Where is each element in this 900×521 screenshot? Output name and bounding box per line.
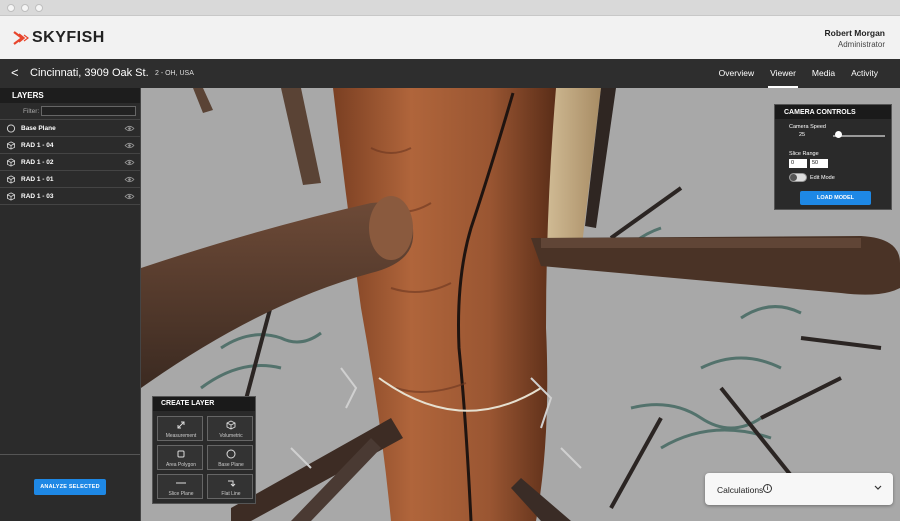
tab-media[interactable]: Media [804,59,843,88]
tool-measurement[interactable]: Measurement [157,416,203,441]
filter-input[interactable] [41,106,136,116]
corner-arrow-icon [228,480,236,487]
tool-label: Measurement [165,433,197,439]
skyfish-logo-icon [13,31,29,45]
load-model-button[interactable]: LOAD MODEL [800,191,871,205]
app-header: SKYFISH Robert Morgan Administrator [0,16,900,59]
layer-item[interactable]: RAD 1 - 03 [0,188,140,205]
user-name: Robert Morgan [824,28,885,38]
brand-logo[interactable]: SKYFISH [13,28,105,48]
tool-slice-plane[interactable]: Slice Plane [157,474,203,499]
compass-icon [6,124,16,133]
layer-item[interactable]: RAD 1 - 04 [0,137,140,154]
chevron-left-icon[interactable]: < [11,65,19,80]
user-menu[interactable]: Robert Morgan Administrator [825,28,885,49]
tool-label: Slice Plane [168,491,194,497]
line-icon [176,482,186,484]
user-role: Administrator [837,40,885,49]
layer-item[interactable]: RAD 1 - 02 [0,154,140,171]
tab-activity[interactable]: Activity [843,59,886,88]
app-window: SKYFISH Robert Morgan Administrator < Ci… [0,0,900,521]
calculations-panel[interactable]: Calculations i [705,473,893,505]
camera-speed-label: Camera Speed [789,124,826,130]
tool-label: Flat Line [221,491,241,497]
tool-label: Volumetric [219,433,243,439]
page-subtitle: 2 - OH, USA [155,70,194,77]
tool-volumetric[interactable]: Volumetric [207,416,253,441]
cube-icon [6,175,16,184]
diagonal-arrows-icon [177,421,185,429]
slice-range-label: Slice Range [789,151,819,157]
cube-icon [6,192,16,201]
toggle-knob [790,174,797,181]
square-icon [177,450,185,458]
layer-label: RAD 1 - 01 [21,176,54,183]
tool-label: Area Polygon [165,462,197,468]
compass-icon [226,449,236,459]
layer-label: Base Plane [21,125,56,132]
tab-viewer[interactable]: Viewer [762,59,804,88]
window-titlebar [0,0,900,16]
layers-sidebar: LAYERS Filter: Base Plane RAD 1 - 04 RAD… [0,88,141,521]
window-maximize-button[interactable] [35,4,43,12]
layer-label: RAD 1 - 02 [21,159,54,166]
slice-min-input[interactable]: 0 [789,159,807,168]
eye-icon[interactable] [124,176,135,183]
camera-controls-panel: CAMERA CONTROLS Camera Speed 25 Slice Ra… [774,104,892,210]
edit-mode-label: Edit Mode [810,175,835,181]
brand-name: SKYFISH [32,29,105,46]
create-layer-header: CREATE LAYER [153,397,255,411]
tool-flat-line[interactable]: Flat Line [207,474,253,499]
eye-icon[interactable] [124,125,135,132]
tool-base-plane[interactable]: Base Plane [207,445,253,470]
eye-icon[interactable] [124,159,135,166]
layer-item[interactable]: Base Plane [0,120,140,137]
layers-header: LAYERS [0,88,140,103]
layer-item[interactable]: RAD 1 - 01 [0,171,140,188]
layer-label: RAD 1 - 04 [21,142,54,149]
edit-mode-toggle[interactable] [789,173,807,182]
eye-icon[interactable] [124,142,135,149]
view-tabs: Overview Viewer Media Activity [711,59,886,88]
analyze-selected-button[interactable]: ANALYZE SELECTED [34,479,106,495]
camera-controls-header: CAMERA CONTROLS [775,105,891,119]
page-title: Cincinnati, 3909 Oak St. [30,67,149,79]
filter-label: Filter: [23,108,40,115]
layers-filter-row: Filter: [0,103,140,120]
window-close-button[interactable] [7,4,15,12]
camera-speed-slider-thumb[interactable] [834,131,842,138]
cube-icon [226,420,236,430]
calculations-label: Calculations [717,485,764,495]
sidebar-divider [0,454,140,455]
window-minimize-button[interactable] [21,4,29,12]
cube-icon [6,158,16,167]
info-icon[interactable]: i [763,484,772,493]
create-layer-panel: CREATE LAYER Measurement Volumetric Area… [152,396,256,504]
cube-icon [6,141,16,150]
tool-label: Base Plane [218,462,244,468]
camera-speed-value: 25 [799,132,806,138]
eye-icon[interactable] [124,193,135,200]
chevron-down-icon[interactable] [874,484,882,492]
layer-label: RAD 1 - 03 [21,193,54,200]
location-navbar: < Cincinnati, 3909 Oak St. 2 - OH, USA O… [0,59,900,88]
tool-area-polygon[interactable]: Area Polygon [157,445,203,470]
tab-overview[interactable]: Overview [711,59,762,88]
slice-max-input[interactable]: 50 [810,159,828,168]
